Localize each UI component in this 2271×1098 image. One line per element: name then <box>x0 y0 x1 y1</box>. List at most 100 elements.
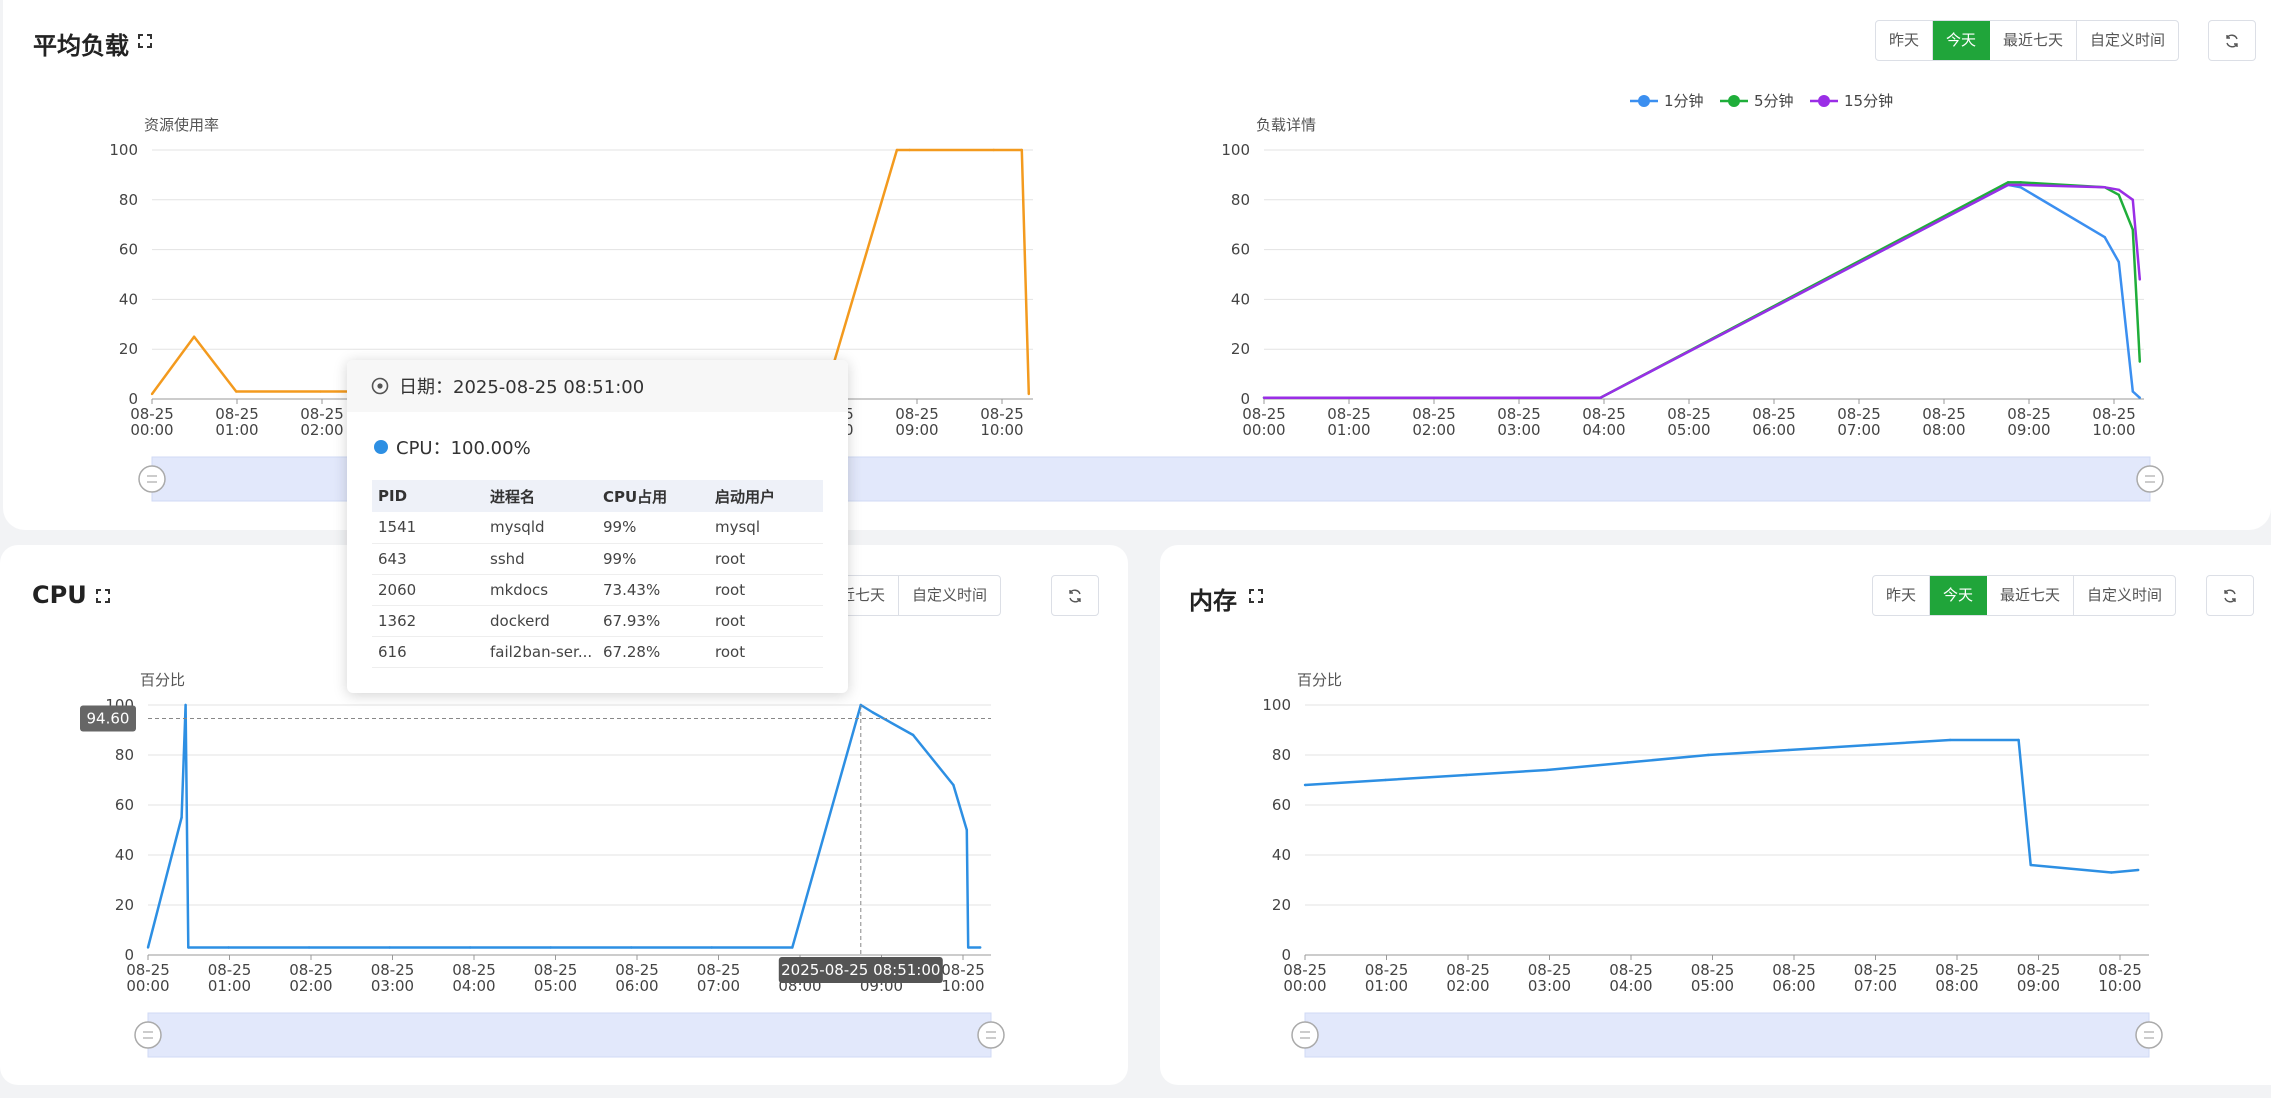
y-tick-label: 80 <box>119 191 138 209</box>
y-tick-label: 80 <box>115 746 134 764</box>
x-tick-label: 08:00 <box>1935 977 1978 995</box>
x-tick-label: 02:00 <box>289 977 332 995</box>
data-point <box>710 946 713 949</box>
table-row: 1541 mysqld 99% mysql <box>372 512 823 544</box>
data-point <box>468 946 472 949</box>
zoom-handle-icon <box>134 1021 162 1049</box>
data-point <box>184 703 187 707</box>
x-tick-label: 10:00 <box>2098 977 2141 995</box>
cell-user: root <box>709 574 823 606</box>
data-point <box>180 816 183 819</box>
y-tick-label: 40 <box>115 846 134 864</box>
pointer-y-label: 94.60 <box>87 710 130 728</box>
x-tick-label: 00:00 <box>1242 421 1285 439</box>
table-row: 643 sshd 99% root <box>372 543 823 575</box>
tooltip-header: 日期：2025-08-25 08:51:00 <box>347 360 848 412</box>
data-point <box>895 148 899 152</box>
data-point <box>1599 396 1602 399</box>
x-tick-label: 05:00 <box>534 977 577 995</box>
data-point <box>979 946 982 949</box>
x-tick-label: 09:00 <box>895 421 938 439</box>
data-point <box>2029 863 2032 867</box>
y-tick-label: 20 <box>115 896 134 914</box>
series-line <box>150 148 1031 395</box>
data-point <box>549 946 552 949</box>
x-tick-label: 05:00 <box>1691 977 1734 995</box>
legend-marker <box>1638 95 1650 107</box>
data-point <box>1787 748 1791 752</box>
series-line <box>1264 183 2141 400</box>
y-tick-label: 80 <box>1231 191 1250 209</box>
tooltip-series-value: CPU：100.00% <box>396 438 531 459</box>
col-start-user: 启动用户 <box>709 480 823 512</box>
x-tick-label: 00:00 <box>1283 977 1326 995</box>
data-point <box>2006 181 2010 184</box>
chart-tooltip: 日期：2025-08-25 08:51:00 CPU：100.00% PID 进… <box>347 360 848 693</box>
data-point <box>908 148 911 152</box>
data-point <box>234 390 238 393</box>
x-tick-label: 05:00 <box>1667 421 1710 439</box>
y-tick-label: 60 <box>115 796 134 814</box>
zoom-slider-track <box>1304 1012 2150 1058</box>
y-tick-label: 100 <box>1221 141 1250 159</box>
data-point <box>2138 396 2141 399</box>
zoom-handle-icon <box>977 1021 1005 1049</box>
data-point <box>146 946 150 949</box>
x-tick-label: 04:00 <box>1609 977 1652 995</box>
y-axis-label: 百分比 <box>140 671 185 689</box>
x-tick-label: 00:00 <box>130 421 173 439</box>
x-tick-label: 00:00 <box>126 977 169 995</box>
data-point <box>2110 871 2113 874</box>
data-point <box>1706 753 1710 757</box>
data-point <box>2138 360 2141 363</box>
y-tick-label: 100 <box>1262 696 1291 714</box>
legend-marker <box>1818 95 1830 107</box>
x-tick-label: 04:00 <box>452 977 495 995</box>
cell-process: dockerd <box>484 605 597 637</box>
data-point <box>2017 738 2020 742</box>
data-point <box>227 946 230 949</box>
cell-pid: 2060 <box>372 574 484 606</box>
y-tick-label: 20 <box>1231 340 1250 358</box>
data-point <box>2131 390 2134 393</box>
data-point <box>1868 743 1871 747</box>
x-tick-label: 06:00 <box>1752 421 1795 439</box>
data-point <box>965 828 969 832</box>
y-tick-label: 80 <box>1272 746 1291 764</box>
data-point <box>187 946 190 949</box>
legend-label: 1分钟 <box>1664 92 1704 110</box>
data-point <box>307 946 311 949</box>
x-tick-label: 01:00 <box>208 977 251 995</box>
cell-pid: 643 <box>372 543 484 575</box>
process-table: PID 进程名 CPU占用 启动用户 1541 mysqld 99% mysql… <box>372 480 823 668</box>
data-point <box>952 783 955 787</box>
data-point <box>388 946 391 949</box>
x-tick-label: 02:00 <box>300 421 343 439</box>
x-tick-label: 10:00 <box>2092 421 2135 439</box>
data-point <box>2019 181 2022 184</box>
x-tick-label: 07:00 <box>1837 421 1880 439</box>
data-point <box>791 946 794 949</box>
cell-process: sshd <box>484 543 597 575</box>
zoom-handle-icon <box>138 465 166 493</box>
process-table-header: PID 进程名 CPU占用 启动用户 <box>372 480 823 512</box>
cell-process: mysqld <box>484 512 597 544</box>
cell-pid: 616 <box>372 636 484 668</box>
data-point <box>2117 260 2120 264</box>
x-tick-label: 02:00 <box>1412 421 1455 439</box>
x-tick-label: 07:00 <box>1854 977 1897 995</box>
x-tick-label: 06:00 <box>1772 977 1815 995</box>
x-tick-label: 06:00 <box>615 977 658 995</box>
data-point <box>871 711 875 714</box>
zoom-handle-icon <box>2135 1021 2163 1049</box>
x-tick-label: 01:00 <box>1365 977 1408 995</box>
legend-label: 15分钟 <box>1844 92 1893 110</box>
x-tick-label: 09:00 <box>2017 977 2060 995</box>
data-point <box>911 733 915 737</box>
x-tick-label: 10:00 <box>941 977 984 995</box>
x-tick-label: 10:00 <box>980 421 1023 439</box>
cell-cpu: 67.28% <box>597 636 709 668</box>
x-tick-label: 03:00 <box>371 977 414 995</box>
col-cpu-usage: CPU占用 <box>597 480 709 512</box>
data-point <box>1545 768 1549 772</box>
